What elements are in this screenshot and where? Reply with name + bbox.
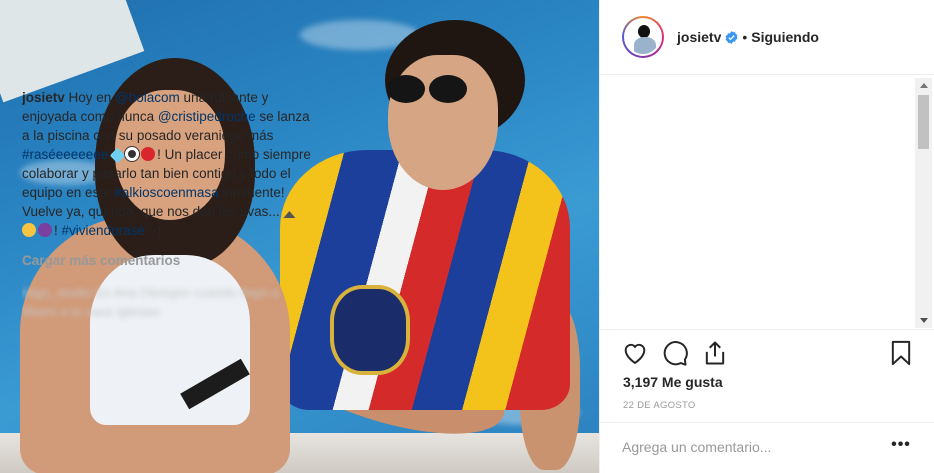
blurred-comment: lolgo_studio Es Ana Obregón cuando llegó… [22,285,279,319]
comment-bubble-icon[interactable] [661,339,689,367]
scroll-up-arrow-icon[interactable] [920,83,928,88]
header-username[interactable]: josietv [677,29,721,45]
penguin-emoji-icon [125,147,140,161]
verified-badge-icon [725,30,738,44]
divider [599,422,934,423]
caption-text: :-) [144,223,162,238]
comments-list[interactable]: josietv Hoy en @holacom una rutilante y … [22,88,312,328]
post-actions [621,339,916,367]
post-caption: josietv Hoy en @holacom una rutilante y … [22,88,312,240]
add-comment-input[interactable] [622,436,882,458]
avatar-story-ring[interactable] [622,16,664,58]
divider [599,329,934,330]
caption-text: ! [54,223,58,238]
following-button[interactable]: Siguiendo [751,29,819,45]
caption-text: Hoy en [64,90,116,105]
likes-count[interactable]: 3,197 Me gusta [623,374,723,390]
mention-link[interactable]: @holacom [115,90,180,105]
hashtag-link[interactable]: #alkioscoenmasa [114,185,218,200]
bookmark-icon[interactable] [887,339,915,367]
scroll-down-arrow-icon[interactable] [920,318,928,323]
load-more-comments-button[interactable]: Cargar más comentarios [22,251,312,270]
comments-scrollbar[interactable] [915,78,932,328]
bikini-emoji-icon [141,147,156,161]
header-separator: • [742,29,748,45]
post-date[interactable]: 22 DE AGOSTO [623,400,696,411]
hashtag-link[interactable]: #raséeeeeeee [22,147,108,162]
mountain-emoji-icon [283,211,296,218]
man-patterned-shirt [280,150,570,410]
gem-emoji-icon [109,147,126,164]
scrollbar-thumb[interactable] [918,95,929,149]
hashtag-link[interactable]: #viviendorasé [62,223,145,238]
heart-icon[interactable] [621,339,649,367]
share-icon[interactable] [701,339,729,367]
caption-username[interactable]: josietv [22,90,65,105]
post-header: josietv • Siguiendo [600,0,934,75]
grapes-emoji-icon [38,223,52,237]
sunglasses [385,75,480,105]
shirt-crest [330,285,410,375]
more-options-button[interactable]: ••• [889,436,913,456]
mention-link[interactable]: @cristipedroche [158,109,256,124]
sweat-smile-emoji-icon [22,223,36,237]
avatar[interactable] [624,18,662,56]
